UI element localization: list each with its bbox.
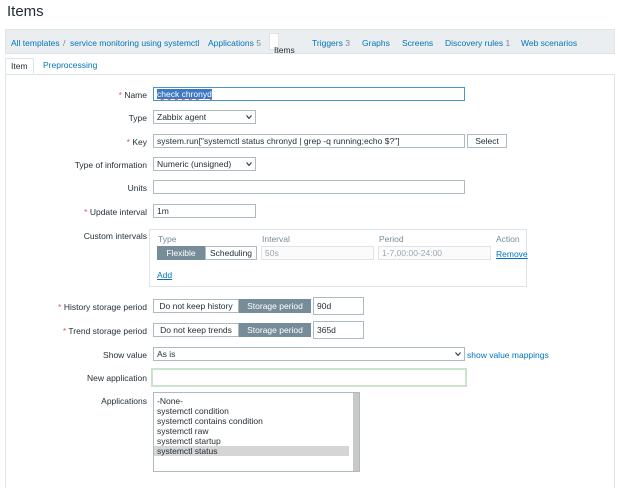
trend-label: * Trend storage period (2, 326, 147, 336)
tab-items[interactable]: Items 3 (269, 33, 295, 55)
tab-graphs[interactable]: Graphs (362, 38, 390, 48)
remove-interval-link[interactable]: Remove (496, 249, 528, 259)
custom-intervals-label: Custom intervals (83, 231, 147, 241)
type-select-value: Zabbix agent (157, 112, 207, 122)
new-application-field[interactable] (151, 368, 467, 387)
application-option[interactable]: systemctl startup (154, 436, 359, 446)
key-label-text: Key (132, 137, 147, 147)
required-mark: * (84, 207, 88, 217)
ci-col-interval: Interval (262, 234, 290, 244)
tab-web-scenarios[interactable]: Web scenarios (521, 38, 577, 48)
show-value-select[interactable]: As is (153, 347, 465, 361)
application-option[interactable]: systemctl raw (154, 426, 359, 436)
tab-discovery-rules-count: 1 (505, 38, 511, 48)
tab-discovery-rules[interactable]: Discovery rules 1 (445, 38, 510, 48)
chevron-down-icon (246, 115, 252, 120)
units-label: Units (127, 183, 147, 193)
flexible-button[interactable]: Flexible (157, 246, 205, 260)
name-label-text: Name (124, 90, 147, 100)
history-do-not-keep-button[interactable]: Do not keep history (153, 299, 239, 313)
page-title: Items (7, 3, 44, 20)
item-subtabs: Item Preprocessing (5, 58, 615, 75)
type-label: Type (128, 113, 147, 123)
application-option[interactable]: systemctl condition (154, 406, 359, 416)
update-interval-label: * Update interval (2, 207, 147, 217)
update-interval-field[interactable]: 1m (153, 204, 256, 218)
subtab-preprocessing[interactable]: Preprocessing (38, 58, 102, 74)
required-mark: * (62, 326, 67, 336)
applications-label: Applications (101, 396, 147, 406)
chevron-down-icon (455, 352, 461, 357)
breadcrumb-nav: All templates / service monitoring using… (5, 29, 615, 55)
ci-col-type: Type (158, 234, 177, 244)
tab-triggers-label: Triggers (312, 38, 343, 48)
interval-field[interactable]: 50s (261, 246, 374, 260)
show-value-select-value: As is (157, 349, 176, 359)
history-label: * History storage period (2, 302, 147, 312)
scheduling-button[interactable]: Scheduling (205, 246, 257, 260)
tab-applications-label: Applications (208, 38, 254, 48)
show-value-label: Show value (103, 350, 147, 360)
trend-do-not-keep-button[interactable]: Do not keep trends (153, 323, 239, 337)
tab-triggers-count: 3 (345, 38, 350, 48)
trend-period-field[interactable]: 365d (313, 321, 364, 339)
required-mark: * (126, 137, 130, 147)
history-period-field[interactable]: 90d (313, 297, 364, 315)
required-mark: * (118, 90, 122, 100)
name-label: * Name (2, 90, 147, 100)
chevron-down-icon (246, 162, 252, 167)
trend-label-text: Trend storage period (68, 326, 147, 336)
ci-col-period: Period (379, 234, 404, 244)
application-option[interactable]: -None- (154, 396, 359, 406)
tab-discovery-rules-label: Discovery rules (445, 38, 504, 48)
type-info-select-value: Numeric (unsigned) (157, 159, 232, 169)
required-mark: * (58, 302, 62, 312)
period-field[interactable]: 1-7,00:00-24:00 (378, 246, 491, 260)
history-storage-period-button[interactable]: Storage period (239, 299, 311, 313)
key-field[interactable]: system.run["systemctl status chronyd | g… (153, 134, 465, 148)
application-option-selected[interactable]: systemctl status (154, 446, 349, 456)
tab-items-count: 3 (274, 45, 279, 55)
new-application-label: New application (86, 373, 147, 383)
breadcrumb-separator: / (63, 38, 66, 48)
trend-storage-period-button[interactable]: Storage period (239, 323, 311, 337)
update-interval-label-text: Update interval (89, 207, 147, 217)
tab-triggers[interactable]: Triggers 3 (312, 38, 350, 48)
units-field[interactable] (153, 180, 465, 194)
add-interval-link[interactable]: Add (157, 270, 172, 280)
applications-listbox[interactable]: -None- systemctl condition systemctl con… (153, 392, 360, 472)
application-option[interactable]: systemctl contains condition (154, 416, 359, 426)
history-label-text: History storage period (63, 302, 147, 312)
show-value-mappings-link[interactable]: show value mappings (467, 350, 549, 360)
ci-col-action: Action (496, 234, 520, 244)
tab-screens[interactable]: Screens (402, 38, 433, 48)
type-select[interactable]: Zabbix agent (153, 110, 256, 124)
type-info-select[interactable]: Numeric (unsigned) (153, 157, 256, 171)
tab-applications-count: 5 (256, 38, 261, 48)
listbox-scrollbar[interactable] (353, 393, 359, 471)
type-info-label: Type of information (74, 160, 147, 170)
select-key-button[interactable]: Select (467, 134, 507, 148)
breadcrumb-all-templates[interactable]: All templates (11, 38, 60, 48)
tab-applications[interactable]: Applications 5 (208, 38, 261, 48)
subtab-item[interactable]: Item (5, 58, 34, 74)
name-field-value: check chronyd (157, 89, 212, 99)
name-field[interactable]: check chronyd (153, 87, 465, 101)
breadcrumb-template[interactable]: service monitoring using systemctl (70, 38, 199, 48)
key-label: * Key (2, 137, 147, 147)
